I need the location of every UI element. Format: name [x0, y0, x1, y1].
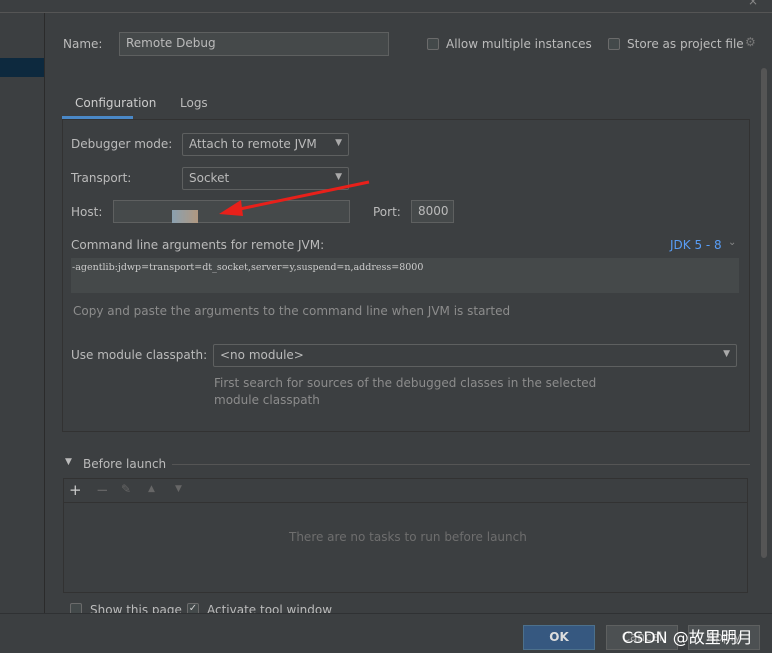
scrollbar[interactable] [761, 68, 767, 558]
cmd-textarea[interactable]: -agentlib:jdwp=transport=dt_socket,serve… [71, 258, 739, 293]
host-label: Host: [71, 205, 103, 219]
chevron-down-icon: ⌄ [728, 237, 737, 248]
move-up-icon[interactable]: ▲ [148, 484, 155, 494]
allow-multiple-label: Allow multiple instances [446, 37, 592, 51]
section-divider [172, 464, 750, 465]
cmd-label: Command line arguments for remote JVM: [71, 238, 325, 252]
toolbar-divider [63, 502, 748, 503]
tab-configuration[interactable]: Configuration [75, 96, 156, 110]
debugger-mode-label: Debugger mode: [71, 137, 173, 151]
allow-multiple-checkbox[interactable] [427, 38, 439, 50]
sidebar-selected-item[interactable] [0, 58, 44, 77]
title-bar [0, 0, 772, 13]
chevron-down-icon: ▼ [335, 138, 342, 148]
module-hint-1: First search for sources of the debugged… [214, 376, 597, 390]
module-value: <no module> [220, 348, 304, 362]
store-project-checkbox[interactable] [608, 38, 620, 50]
store-project-label: Store as project file [627, 37, 744, 51]
debugger-mode-select[interactable]: Attach to remote JVM ▼ [182, 133, 349, 156]
module-hint-2: module classpath [214, 393, 320, 407]
red-arrow-annotation [219, 180, 370, 216]
cmd-hint: Copy and paste the arguments to the comm… [73, 304, 511, 318]
name-input[interactable]: Remote Debug [119, 32, 389, 56]
empty-tasks-text: There are no tasks to run before launch [289, 530, 527, 544]
host-redacted-blur [172, 210, 198, 223]
jdk-selector[interactable]: JDK 5 - 8 [670, 238, 722, 252]
module-select[interactable]: <no module> ▼ [213, 344, 737, 367]
chevron-down-icon: ▼ [723, 349, 730, 359]
name-label: Name: [63, 37, 103, 51]
debugger-mode-value: Attach to remote JVM [189, 137, 317, 151]
tab-logs[interactable]: Logs [180, 96, 208, 110]
port-label: Port: [373, 205, 401, 219]
transport-label: Transport: [71, 171, 132, 185]
move-down-icon[interactable]: ▼ [175, 484, 182, 494]
sidebar [0, 13, 45, 613]
ok-button[interactable]: OK [523, 625, 595, 650]
port-input[interactable]: 8000 [411, 200, 454, 223]
gear-icon[interactable]: ⚙ [745, 35, 756, 49]
remove-icon[interactable]: − [96, 481, 109, 499]
before-launch-title: Before launch [83, 457, 167, 471]
collapse-triangle-icon[interactable]: ▼ [65, 457, 72, 467]
edit-icon[interactable]: ✎ [121, 482, 131, 496]
add-icon[interactable]: + [69, 481, 82, 499]
watermark: CSDN @故里明月 [622, 628, 753, 647]
module-label: Use module classpath: [71, 348, 208, 362]
close-icon[interactable]: × [748, 0, 758, 8]
